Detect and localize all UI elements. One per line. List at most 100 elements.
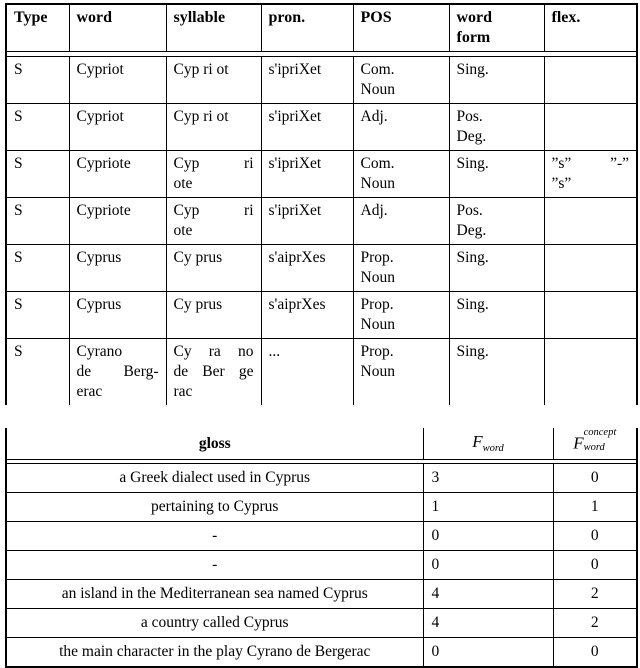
morphology-table-body: Type word syllable pron. POS word form flex. S Cy… <box>5 4 638 405</box>
header-f-concept-word: Fconcept word <box>552 427 638 460</box>
gloss-table: gloss Fword Fconcept word a Greek dialect us… <box>5 428 638 668</box>
cell-line: Pos. <box>456 202 483 219</box>
cell-word: Cyprus <box>68 292 167 339</box>
cell-word-form: Sing. <box>448 245 545 292</box>
header-flex: flex. <box>543 4 638 52</box>
cell-pron: s'ipriXet <box>260 198 354 245</box>
cell-type: S <box>5 339 70 405</box>
cell-line: Cypriote <box>76 155 131 172</box>
cell-line: Noun <box>360 269 395 286</box>
cell-gloss: an island in the Mediterranean sea named… <box>5 579 424 609</box>
cell-syllable: Cyp ri ot <box>165 56 262 104</box>
cell-gloss: - <box>5 550 424 580</box>
cell-line: Sing. <box>456 249 489 266</box>
cell-line: Cyp ri ot <box>173 108 229 125</box>
cell-f-word: 0 <box>422 521 554 551</box>
cell-line: Prop. <box>360 343 394 360</box>
cell-line: Cyp ri <box>173 202 254 219</box>
cell-gloss: the main character in the play Cyrano de… <box>5 637 424 667</box>
cell-line: Cypriot <box>76 61 124 78</box>
cell-line: Adj. <box>360 108 388 125</box>
cell-word-form: Sing. <box>448 151 545 198</box>
cell-syllable: Cyp ri ote <box>165 151 262 198</box>
cell-word-form: Sing. <box>448 56 545 104</box>
cell-pos: Com. Noun <box>352 56 450 104</box>
gloss-row: a country called Cyprus 4 2 <box>5 608 638 638</box>
cell-gloss: a country called Cyprus <box>5 608 424 638</box>
cell-line: Sing. <box>456 155 489 172</box>
cell-line: ote <box>173 222 193 239</box>
gloss-row: -00 <box>5 550 638 580</box>
header-type: Type <box>5 4 70 52</box>
header-syllable: syllable <box>165 4 262 52</box>
document-page: Type word syllable pron. POS word form flex. S Cy… <box>0 0 640 668</box>
cell-pron: s'aiprXes <box>260 292 354 339</box>
cell-line: Cy ra no <box>173 343 254 360</box>
cell-line: Cyp ri ot <box>173 61 229 78</box>
table-row: S Cyprus Cy prus s'aiprXes Prop. Noun Sing. <box>5 245 638 292</box>
cell-line: Cypriot <box>76 108 124 125</box>
table-row: S Cypriote Cyp ri ote s'ipriXet Com. Noun Sing.… <box>5 151 638 198</box>
cell-line: Sing. <box>456 61 489 78</box>
cell-syllable: Cyp ri ote <box>165 198 262 245</box>
f-word-symbol: Fword <box>472 432 504 454</box>
gloss-row: an island in the Mediterranean sea named… <box>5 579 638 609</box>
header-f-word: Fword <box>422 428 554 460</box>
cell-line: Cy prus <box>173 296 223 313</box>
cell-pron: s'ipriXet <box>260 151 354 198</box>
cell-pos: Prop. Noun <box>352 292 450 339</box>
table-row: S Cypriote Cyp ri ote s'ipriXet Adj. Pos. Deg. <box>5 198 638 245</box>
cell-line: Noun <box>360 316 395 333</box>
header-pos: POS <box>352 4 450 52</box>
cell-flex <box>543 292 638 339</box>
cell-line: ote <box>173 175 193 192</box>
cell-word: Cypriot <box>68 56 167 104</box>
cell-syllable: Cy prus <box>165 245 262 292</box>
cell-line: Noun <box>360 81 395 98</box>
cell-f-word: 1 <box>422 492 554 522</box>
cell-line: rac <box>173 383 193 400</box>
cell-flex <box>543 339 638 405</box>
cell-pron: s'aiprXes <box>260 245 354 292</box>
cell-line: Com. <box>360 61 395 78</box>
f-concept-word-symbol: Fconcept word <box>573 427 617 453</box>
cell-type: S <box>5 56 70 104</box>
cell-pos: Com. Noun <box>352 151 450 198</box>
cell-flex <box>543 56 638 104</box>
cell-gloss: pertaining to Cyprus <box>5 492 424 522</box>
morphology-header-row: Type word syllable pron. POS word form flex. <box>5 4 638 52</box>
cell-gloss: - <box>5 521 424 551</box>
cell-syllable: Cyp ri ot <box>165 104 262 151</box>
cell-line: Deg. <box>456 222 487 239</box>
cell-flex <box>543 104 638 151</box>
cell-syllable: Cy ra no de Ber ge rac <box>165 339 262 405</box>
cell-word: Cyprus <box>68 245 167 292</box>
gloss-row: -00 <box>5 521 638 551</box>
gloss-row: the main character in the play Cyrano de… <box>5 637 638 667</box>
cell-word: Cypriot <box>68 104 167 151</box>
cell-f-word: 0 <box>422 637 554 667</box>
header-word-form: word form <box>448 4 545 52</box>
cell-pos: Prop. Noun <box>352 339 450 405</box>
cell-word-form: Pos. Deg. <box>448 198 545 245</box>
cell-type: S <box>5 104 70 151</box>
cell-type: S <box>5 151 70 198</box>
gloss-table-body: gloss Fword Fconcept word a Greek dialect us… <box>5 427 638 667</box>
cell-f-concept-word: 2 <box>552 608 638 638</box>
cell-line: Cyp ri <box>173 155 254 172</box>
cell-type: S <box>5 292 70 339</box>
cell-pron: s'ipriXet <box>260 56 354 104</box>
table-row: S Cypriot Cyp ri ot s'ipriXet Com. Noun Sing. <box>5 56 638 104</box>
cell-syllable: Cy prus <box>165 292 262 339</box>
cell-f-concept-word: 1 <box>552 492 638 522</box>
gloss-row: a Greek dialect used in Cyprus 3 0 <box>5 463 638 493</box>
cell-f-concept-word: 0 <box>552 463 638 493</box>
header-gloss: gloss <box>5 428 424 460</box>
cell-line: Prop. <box>360 249 394 266</box>
gloss-row: pertaining to Cyprus 1 1 <box>5 492 638 522</box>
cell-flex <box>543 245 638 292</box>
cell-pos: Adj. <box>352 104 450 151</box>
header-word: word <box>68 4 167 52</box>
cell-line: Deg. <box>456 128 487 145</box>
cell-line: erac <box>76 383 103 400</box>
